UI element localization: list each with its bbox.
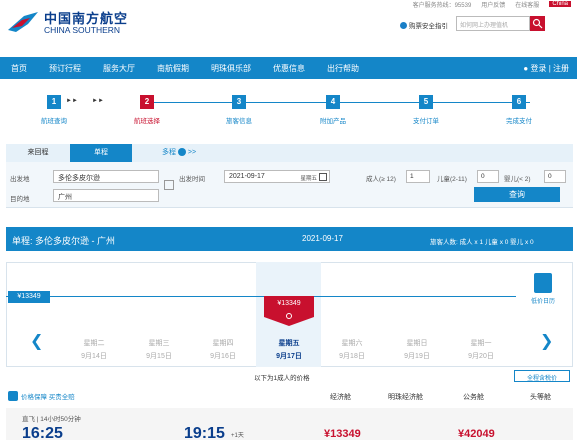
login-link[interactable]: ● 登录 | 注册 [523, 63, 569, 74]
to-label: 目的地 [10, 196, 30, 203]
day-cell[interactable]: 星期日 9月19日 [392, 337, 442, 363]
info-icon [177, 148, 186, 157]
steps-line [150, 102, 530, 103]
step-label: 完成支付 [506, 118, 532, 125]
step-label: 航班查询 [41, 118, 67, 125]
info-icon [400, 21, 407, 29]
hotline: 客户服务热线：95539 [412, 2, 472, 9]
step-label: 航班选择 [134, 118, 160, 125]
guarantee-icon [8, 391, 18, 401]
price-guarantee[interactable]: 价格保障 买贵全赔 [8, 391, 75, 401]
day-cell[interactable]: 星期二 9月14日 [69, 337, 119, 363]
tab-one-way[interactable]: 单程 [70, 144, 132, 162]
infant-select[interactable]: 0 [544, 170, 566, 183]
day-cell[interactable]: 星期三 9月15日 [134, 337, 184, 363]
col-economy: 经济舱 [330, 394, 351, 401]
security-tip[interactable]: 购票安全指引 [400, 20, 448, 30]
top-strip: 客户服务热线：95539 用户反馈 在线客服 China [277, 0, 577, 9]
economy-price[interactable]: ¥13349 [324, 428, 361, 440]
nav-holiday[interactable]: 南航假期 [146, 63, 200, 74]
next-week-icon[interactable]: ❯ [540, 331, 553, 351]
brand-name-cn: 中国南方航空 [44, 10, 129, 26]
min-price-line [6, 296, 516, 297]
adult-label: 成人(≥ 12) [366, 176, 396, 183]
nav-offers[interactable]: 优惠信息 [262, 63, 316, 74]
day-cell[interactable]: 星期一 9月20日 [456, 337, 506, 363]
col-premium-economy: 明珠经济舱 [388, 394, 423, 401]
step-5: 5 [419, 95, 433, 109]
plus-day: +1天 [231, 433, 244, 439]
col-business: 公务舱 [463, 394, 484, 401]
step-label: 旅客信息 [226, 118, 252, 125]
kapok-logo-icon [8, 12, 38, 32]
brand-name-en: CHINA SOUTHERN [44, 24, 121, 35]
adult-select[interactable]: 1 [406, 170, 430, 183]
step-1: 1 [47, 95, 61, 109]
feedback-link[interactable]: 用户反馈 [481, 0, 505, 9]
infant-label: 婴儿(< 2) [504, 176, 531, 183]
child-select[interactable]: 0 [477, 170, 499, 183]
day-cell-selected[interactable]: 星期五 9月17日 [264, 337, 314, 363]
nav-help[interactable]: 出行帮助 [316, 63, 370, 74]
prev-week-icon[interactable]: ❮ [30, 331, 43, 351]
site-search-input[interactable]: 如何网上办理值机 [456, 16, 530, 31]
tab-multi-city[interactable]: 多程 >> [144, 144, 214, 162]
booking-steps: 1 ►► ►► 2 3 4 5 6 航班查询 航班选择 旅客信息 附加产品 支付… [0, 95, 577, 127]
calendar-icon[interactable] [534, 273, 552, 293]
search-button[interactable] [530, 16, 545, 31]
arrow-icon: ►► [66, 98, 78, 104]
date-input[interactable]: 2021-09-17 星期五 [224, 170, 330, 183]
arrive-time: 19:15 [184, 425, 225, 442]
arrow-icon: ►► [92, 98, 104, 104]
brand-logo[interactable]: 中国南方航空 CHINA SOUTHERN [6, 10, 128, 36]
nav-booking[interactable]: 预订行程 [38, 63, 92, 74]
swap-icon[interactable] [164, 180, 174, 190]
route-banner: 单程: 多伦多皮尔逊 - 广州 2021-09-17 旅客人数: 成人 x 1 … [6, 227, 573, 251]
step-4: 4 [326, 95, 340, 109]
col-first: 头等舱 [530, 394, 551, 401]
search-icon [532, 18, 543, 29]
from-input[interactable]: 多伦多皮尔逊 [53, 170, 159, 183]
date-label: 出发时间 [179, 176, 205, 183]
step-label: 附加产品 [320, 118, 346, 125]
tab-round-trip[interactable]: 来回程 [6, 144, 70, 162]
step-2: 2 [140, 95, 154, 109]
flight-route: 直飞 | 14小时50分钟 [22, 416, 81, 423]
from-label: 出发地 [10, 176, 30, 183]
depart-time: 16:25 [22, 425, 63, 442]
query-button[interactable]: 查询 [474, 187, 560, 202]
calendar-icon [319, 173, 327, 181]
step-6: 6 [512, 95, 526, 109]
step-label: 支付订单 [413, 118, 439, 125]
nav-club[interactable]: 明珠俱乐部 [200, 63, 262, 74]
all-price-toggle[interactable]: 全程含税价 [514, 370, 570, 382]
child-label: 儿童(2-11) [437, 176, 467, 183]
main-nav: 首页 预订行程 服务大厅 南航假期 明珠俱乐部 优惠信息 出行帮助 ● 登录 |… [0, 57, 577, 79]
nav-service[interactable]: 服务大厅 [92, 63, 146, 74]
min-price-tag: ¥13349 [8, 291, 50, 303]
passenger-count: 旅客人数: 成人 x 1 儿童 x 0 婴儿 x 0 [430, 239, 534, 246]
low-price-calendar-link[interactable]: 低价日历 [527, 296, 559, 305]
step-3: 3 [232, 95, 246, 109]
route-title: 单程: 多伦多皮尔逊 - 广州 [12, 236, 115, 246]
region-selector[interactable]: China [549, 1, 571, 7]
day-cell[interactable]: 星期四 9月16日 [198, 337, 248, 363]
day-cell[interactable]: 星期六 9月18日 [327, 337, 377, 363]
trip-type-tabs: 来回程 单程 多程 >> [6, 144, 573, 162]
online-service-link[interactable]: 在线客服 [515, 0, 539, 9]
route-date: 2021-09-17 [302, 234, 343, 243]
price-note: 以下为1成人的价格 [254, 375, 310, 382]
business-price[interactable]: ¥42049 [458, 428, 495, 440]
to-input[interactable]: 广州 [53, 189, 159, 202]
nav-home[interactable]: 首页 [0, 63, 38, 74]
